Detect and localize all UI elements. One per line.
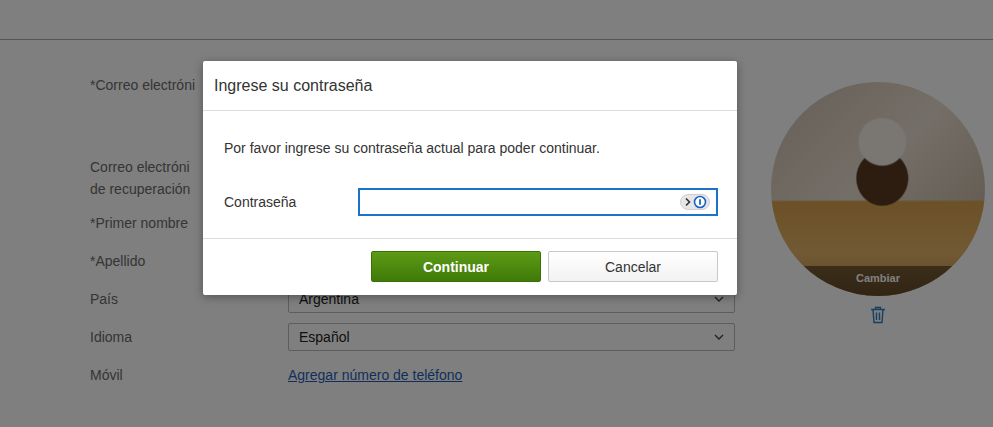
continue-button[interactable]: Continuar: [371, 251, 541, 282]
password-input[interactable]: [358, 188, 718, 216]
dialog-body: Por favor ingrese su contraseña actual p…: [203, 111, 737, 239]
dialog-message: Por favor ingrese su contraseña actual p…: [224, 138, 718, 158]
password-label: Contraseña: [224, 194, 358, 210]
cancel-button[interactable]: Cancelar: [548, 251, 718, 282]
dialog-footer: ContinuarCancelar: [203, 239, 737, 295]
screen: *Correo electróniCorreo electrónide recu…: [0, 0, 993, 427]
password-dialog: Ingrese su contraseña Por favor ingrese s…: [203, 61, 737, 295]
password-manager-icon[interactable]: [680, 194, 710, 210]
dialog-header: Ingrese su contraseña: [203, 61, 737, 111]
password-row: Contraseña: [224, 188, 718, 216]
dialog-title: Ingrese su contraseña: [214, 77, 372, 95]
